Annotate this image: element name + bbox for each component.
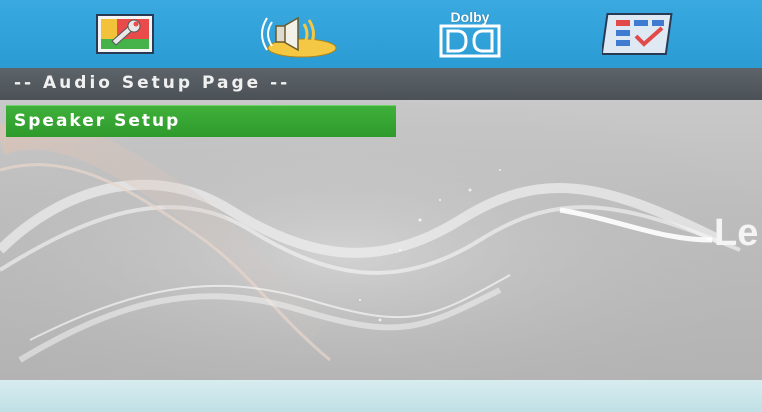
wrench-picture-icon <box>96 14 154 54</box>
dolby-icon <box>439 24 501 58</box>
menu-content-area: Speaker Setup Le <box>0 100 762 380</box>
page-title-bar: -- Audio Setup Page -- <box>0 68 762 100</box>
dolby-setup-tab[interactable]: Dolby <box>430 8 510 60</box>
wave-background <box>0 100 762 380</box>
menu-item-label: Speaker Setup <box>14 111 181 131</box>
general-setup-tab[interactable] <box>90 8 160 60</box>
page-title: -- Audio Setup Page -- <box>14 73 291 93</box>
brand-logo-text: Le <box>714 212 759 254</box>
help-bar <box>0 380 762 412</box>
checklist-icon <box>602 13 673 55</box>
setup-menu-bar: Dolby <box>0 0 762 68</box>
setup-screen: Dolby -- Audio Setup Page -- Speaker Set… <box>0 0 762 412</box>
menu-item-speaker-setup[interactable]: Speaker Setup <box>6 105 396 137</box>
audio-setup-tab[interactable] <box>255 8 345 60</box>
preference-setup-tab[interactable] <box>598 8 682 60</box>
speaker-icon <box>261 16 337 58</box>
dolby-label: Dolby <box>450 9 490 25</box>
